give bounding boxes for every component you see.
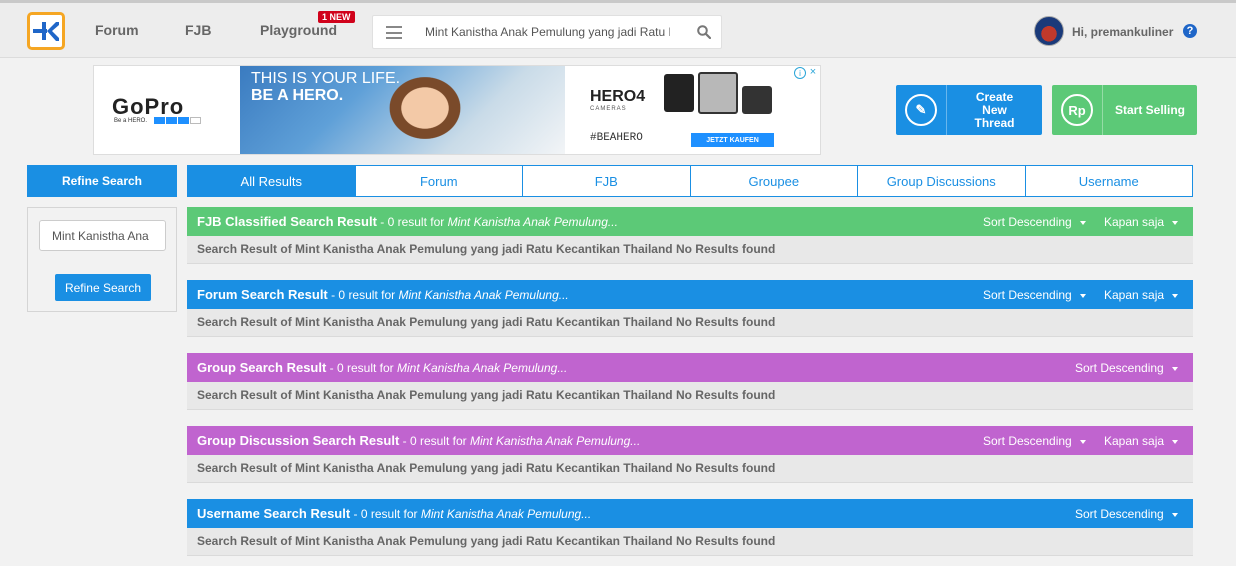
tab-group-discussions[interactable]: Group Discussions: [857, 166, 1025, 196]
chevron-down-icon: [1079, 439, 1086, 444]
refine-search-input[interactable]: [39, 220, 166, 251]
result-header: FJB Classified Search Result - 0 result …: [187, 207, 1193, 236]
result-title: Username Search Result - 0 result for Mi…: [197, 506, 592, 521]
ad-hashtag: #BEAHERO: [590, 132, 643, 144]
tab-all-results[interactable]: All Results: [188, 166, 355, 196]
result-title: Group Discussion Search Result - 0 resul…: [197, 433, 641, 448]
rupiah-icon: Rp: [1061, 94, 1093, 126]
sort-dropdown[interactable]: Sort Descending: [1075, 507, 1178, 521]
result-title: Group Search Result - 0 result for Mint …: [197, 360, 568, 375]
result-header: Username Search Result - 0 result for Mi…: [187, 499, 1193, 528]
refine-search-button[interactable]: Refine Search: [55, 274, 151, 301]
ad-banner[interactable]: GoPro Be a HERO. THIS IS YOUR LIFE. BE A…: [93, 65, 821, 155]
username-result-section: Username Search Result - 0 result for Mi…: [187, 499, 1193, 556]
kaskus-k-icon: [33, 22, 59, 41]
result-title: FJB Classified Search Result - 0 result …: [197, 214, 618, 229]
search-box: [372, 15, 722, 49]
chevron-down-icon: [1172, 293, 1179, 298]
result-body: Search Result of Mint Kanistha Anak Pemu…: [187, 309, 1193, 337]
tab-fjb[interactable]: FJB: [522, 166, 690, 196]
ad-buy-button[interactable]: JETZT KAUFEN: [691, 133, 774, 147]
chevron-down-icon: [1171, 366, 1178, 371]
new-badge: 1 NEW: [318, 11, 355, 23]
user-greeting[interactable]: Hi, premankuliner: [1072, 25, 1173, 39]
nav-forum-link[interactable]: Forum: [95, 22, 139, 38]
chevron-down-icon: [1171, 512, 1178, 517]
chevron-down-icon: [1079, 293, 1086, 298]
create-thread-button[interactable]: ✎ Create New Thread: [896, 85, 1042, 135]
ad-headline-line1: THIS IS YOUR LIFE.: [251, 70, 401, 87]
sort-dropdown[interactable]: Sort Descending: [983, 434, 1086, 448]
ad-headline-line2: BE A HERO.: [251, 87, 344, 104]
ad-camera-image: [664, 74, 694, 112]
ad-product-sub: CAMERAS: [590, 106, 627, 112]
sort-dropdown[interactable]: Sort Descending: [983, 215, 1086, 229]
time-dropdown[interactable]: Kapan saja: [1104, 288, 1179, 302]
ad-color-squares: [154, 117, 201, 124]
result-body: Search Result of Mint Kanistha Anak Pemu…: [187, 236, 1193, 264]
result-header: Forum Search Result - 0 result for Mint …: [187, 280, 1193, 309]
sort-dropdown[interactable]: Sort Descending: [1075, 361, 1178, 375]
tab-forum[interactable]: Forum: [354, 166, 523, 196]
ad-camera-image: [742, 86, 772, 114]
kaskus-logo-icon[interactable]: [27, 12, 65, 50]
tab-groupee[interactable]: Groupee: [689, 166, 858, 196]
user-avatar[interactable]: [1034, 16, 1064, 46]
ad-camera-image: [698, 72, 738, 114]
start-selling-label: Start Selling: [1114, 102, 1185, 117]
ad-headline: THIS IS YOUR LIFE. BE A HERO.: [251, 70, 400, 104]
create-thread-label: Create New Thread: [974, 89, 1015, 130]
nav-fjb-link[interactable]: FJB: [185, 22, 211, 38]
search-input[interactable]: [425, 16, 670, 48]
result-tabs: All Results Forum FJB Groupee Group Disc…: [187, 165, 1193, 197]
start-selling-button[interactable]: Rp Start Selling: [1052, 85, 1197, 135]
group-result-section: Group Search Result - 0 result for Mint …: [187, 353, 1193, 410]
time-dropdown[interactable]: Kapan saja: [1104, 434, 1179, 448]
refine-search-header: Refine Search: [27, 165, 177, 197]
time-dropdown[interactable]: Kapan saja: [1104, 215, 1179, 229]
result-body: Search Result of Mint Kanistha Anak Pemu…: [187, 382, 1193, 410]
top-navbar: Forum FJB Playground 1 NEW Hi, premankul…: [0, 0, 1236, 58]
result-body: Search Result of Mint Kanistha Anak Pemu…: [187, 528, 1193, 556]
ad-photo: THIS IS YOUR LIFE. BE A HERO.: [240, 66, 565, 154]
result-header: Group Search Result - 0 result for Mint …: [187, 353, 1193, 382]
chevron-down-icon: [1172, 439, 1179, 444]
help-icon[interactable]: ?: [1183, 24, 1197, 38]
result-body: Search Result of Mint Kanistha Anak Pemu…: [187, 455, 1193, 483]
fjb-result-section: FJB Classified Search Result - 0 result …: [187, 207, 1193, 264]
result-title: Forum Search Result - 0 result for Mint …: [197, 287, 569, 302]
forum-result-section: Forum Search Result - 0 result for Mint …: [187, 280, 1193, 337]
nav-playground-link[interactable]: Playground: [260, 22, 337, 38]
ad-product-name: HERO4: [590, 88, 646, 105]
chevron-down-icon: [1079, 220, 1086, 225]
hamburger-menu-icon[interactable]: [386, 26, 402, 39]
sort-dropdown[interactable]: Sort Descending: [983, 288, 1086, 302]
ad-info-icon[interactable]: i: [794, 67, 806, 79]
tab-username[interactable]: Username: [1024, 166, 1193, 196]
pencil-icon: ✎: [905, 94, 937, 126]
result-header: Group Discussion Search Result - 0 resul…: [187, 426, 1193, 455]
chevron-down-icon: [1172, 220, 1179, 225]
search-icon[interactable]: [697, 25, 711, 39]
refine-search-panel: Refine Search: [27, 207, 177, 312]
ad-logo-tagline: Be a HERO.: [114, 118, 148, 124]
ad-close-icon[interactable]: ×: [807, 66, 819, 78]
group-discussion-result-section: Group Discussion Search Result - 0 resul…: [187, 426, 1193, 483]
